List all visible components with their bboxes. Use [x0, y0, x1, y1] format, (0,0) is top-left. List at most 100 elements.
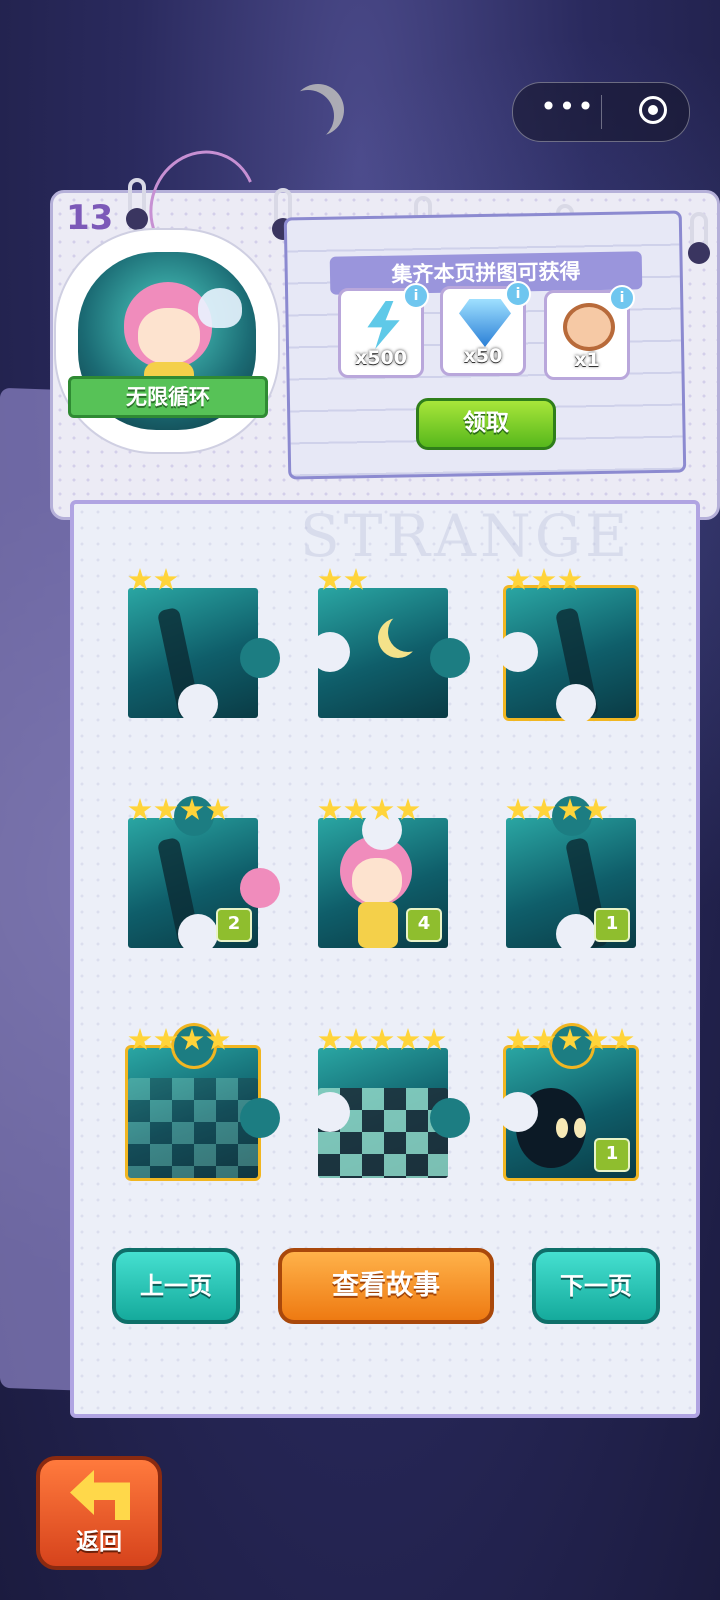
view-story-button[interactable]: 查看故事	[278, 1248, 494, 1324]
piece-knob	[430, 1098, 470, 1138]
more-icon[interactable]: •••	[539, 93, 597, 127]
star-icon	[532, 568, 556, 590]
star-icon	[154, 798, 178, 820]
star-rating	[506, 568, 584, 592]
puzzle-piece-1[interactable]	[128, 568, 280, 724]
star-icon	[180, 1028, 204, 1050]
piece-knob	[240, 638, 280, 678]
star-icon	[344, 1028, 368, 1050]
star-rating	[128, 798, 232, 822]
star-icon	[180, 798, 204, 820]
character-face	[138, 308, 200, 364]
piece-notch	[498, 632, 538, 672]
star-icon	[318, 568, 342, 590]
puzzle-piece-6[interactable]: 1	[506, 796, 636, 954]
star-rating	[318, 798, 422, 822]
page-watermark: STRANGE	[300, 502, 632, 570]
star-icon	[344, 568, 368, 590]
star-icon	[128, 1028, 152, 1050]
reward-quantity: x500	[355, 347, 407, 369]
star-icon	[506, 568, 530, 590]
checker-floor	[128, 1078, 258, 1178]
chapter-title-ribbon: 无限循环	[68, 376, 268, 418]
diamond-icon	[459, 299, 511, 347]
capsule-divider	[601, 95, 602, 129]
piece-notch	[178, 914, 218, 954]
next-page-button[interactable]: 下一页	[532, 1248, 660, 1324]
star-icon	[154, 1028, 178, 1050]
reward-diamond[interactable]: x50 i	[440, 281, 531, 376]
piece-knob	[240, 868, 280, 908]
piece-count-badge: 2	[216, 908, 252, 942]
star-icon	[206, 798, 230, 820]
star-icon	[128, 798, 152, 820]
star-icon	[206, 1028, 230, 1050]
puzzle-piece-7[interactable]	[128, 1026, 280, 1178]
star-icon	[370, 798, 394, 820]
star-icon	[370, 1028, 394, 1050]
puzzle-piece-2[interactable]	[310, 568, 470, 718]
star-icon	[154, 568, 178, 590]
reward-quantity: x1	[574, 349, 600, 371]
star-rating	[506, 798, 610, 822]
ghost-figure	[198, 288, 242, 328]
piece-notch	[498, 1092, 538, 1132]
lightning-energy-icon	[367, 301, 400, 349]
star-icon	[396, 1028, 420, 1050]
binder-ring	[688, 212, 710, 264]
puzzle-piece-9[interactable]: 1	[498, 1026, 636, 1178]
star-icon	[318, 798, 342, 820]
puzzle-piece-3[interactable]	[498, 568, 636, 724]
star-icon	[558, 1028, 582, 1050]
prev-page-button[interactable]: 上一页	[112, 1248, 240, 1324]
piece-knob	[240, 1098, 280, 1138]
claim-button[interactable]: 领取	[416, 398, 556, 450]
girl-face	[352, 858, 402, 904]
star-icon	[506, 1028, 530, 1050]
star-icon	[344, 798, 368, 820]
star-icon	[128, 568, 152, 590]
page-number: 13	[66, 198, 114, 238]
puzzle-piece-4[interactable]: 2	[128, 796, 280, 954]
star-icon	[396, 798, 420, 820]
back-button[interactable]: 返回	[36, 1456, 162, 1570]
mini-program-capsule: •••	[512, 82, 690, 142]
star-icon	[584, 1028, 608, 1050]
piece-notch	[178, 684, 218, 724]
creature-eye	[556, 1118, 568, 1138]
puzzle-piece-8[interactable]	[310, 1028, 470, 1178]
star-icon	[422, 1028, 446, 1050]
alarm-clock-icon	[563, 303, 615, 351]
reward-energy[interactable]: x500 i	[338, 283, 429, 378]
piece-notch	[310, 1092, 350, 1132]
girl-body	[358, 902, 398, 948]
star-rating	[318, 1028, 448, 1052]
star-rating	[318, 568, 370, 592]
piece-notch	[556, 914, 596, 954]
creature-eye	[574, 1118, 586, 1138]
star-icon	[558, 568, 582, 590]
star-icon	[610, 1028, 634, 1050]
star-icon	[584, 798, 608, 820]
crescent-moon-art	[388, 612, 428, 652]
close-target-icon[interactable]	[639, 96, 667, 124]
reward-clock[interactable]: x1 i	[544, 285, 635, 380]
binder-ring	[126, 178, 148, 230]
moon-decoration	[282, 90, 334, 142]
piece-count-badge: 1	[594, 1138, 630, 1172]
puzzle-piece-5[interactable]: 4	[318, 798, 448, 948]
info-icon[interactable]: i	[403, 283, 429, 309]
info-icon[interactable]: i	[609, 285, 635, 311]
star-icon	[532, 1028, 556, 1050]
piece-notch	[556, 684, 596, 724]
reward-quantity: x50	[463, 345, 503, 367]
back-arrow-icon	[70, 1470, 130, 1520]
star-rating	[128, 1028, 232, 1052]
back-label: 返回	[76, 1529, 122, 1555]
piece-knob	[430, 638, 470, 678]
star-rating	[506, 1028, 636, 1052]
star-rating	[128, 568, 180, 592]
info-icon[interactable]: i	[505, 281, 531, 307]
star-icon	[532, 798, 556, 820]
piece-count-badge: 4	[406, 908, 442, 942]
